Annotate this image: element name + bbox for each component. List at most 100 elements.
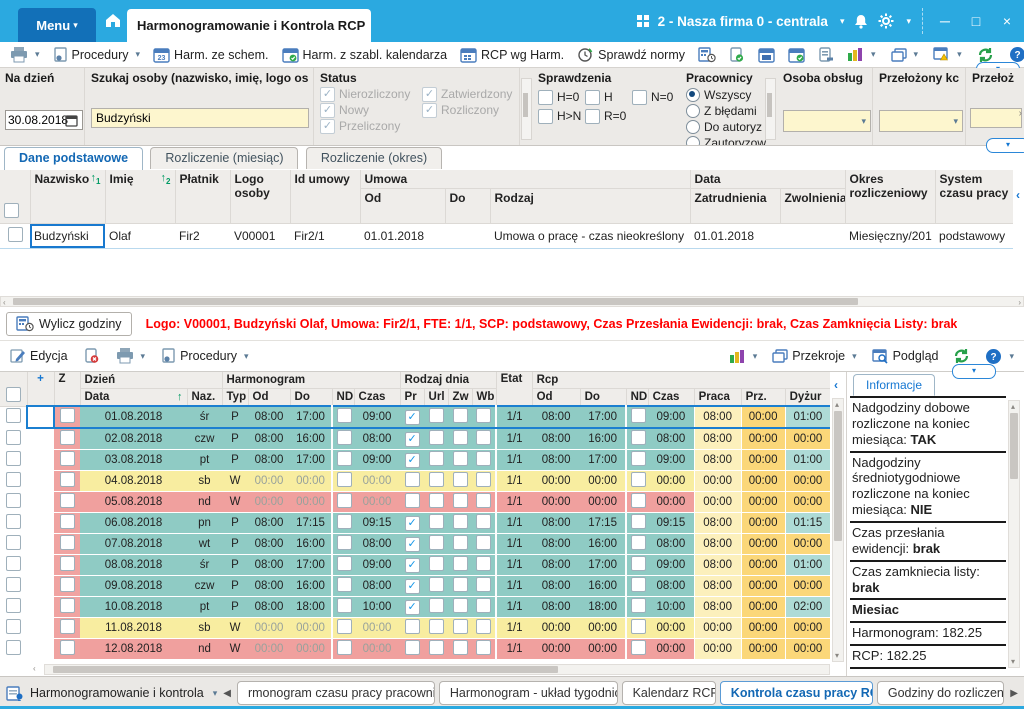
cell-wb[interactable] [472, 406, 496, 428]
cell-url[interactable] [424, 534, 448, 555]
tabs-scroll-right-icon[interactable]: ▶ [1010, 688, 1018, 699]
cell-harm-do[interactable]: 17:00 [290, 406, 332, 428]
cell-harm-czas[interactable]: 00:00 [354, 618, 400, 639]
cell-rcp-nd[interactable] [626, 597, 648, 618]
settings-gear-icon[interactable] [878, 13, 894, 29]
cell-expand[interactable] [27, 597, 54, 618]
schedule-row[interactable]: 05.08.2018 nd W 00:00 00:00 00:00 1/1 00… [0, 492, 830, 513]
sprawdzenia-option[interactable]: N=0 [632, 89, 679, 105]
notifications-bell-icon[interactable] [853, 13, 869, 30]
cell-naz[interactable]: czw [187, 428, 222, 450]
cell-data[interactable]: 05.08.2018 [80, 492, 187, 513]
document-check-icon[interactable] [725, 46, 749, 64]
checkbox[interactable] [453, 430, 468, 445]
checkbox[interactable] [60, 619, 75, 634]
cell-rcp-nd[interactable] [626, 428, 648, 450]
cell-typ[interactable]: W [222, 492, 248, 513]
cell-dyzur[interactable]: 00:00 [785, 618, 830, 639]
cell-rcp-do[interactable]: 00:00 [580, 639, 626, 660]
cell-harm-czas[interactable]: 09:00 [354, 406, 400, 428]
checkbox[interactable] [337, 640, 352, 655]
radio-button[interactable] [686, 136, 700, 146]
checkbox[interactable] [6, 430, 21, 445]
cell-rcp-nd[interactable] [626, 639, 648, 660]
cell-rcp-od[interactable]: 08:00 [532, 428, 580, 450]
cell-pr[interactable] [400, 618, 424, 639]
cell-rcp-nd[interactable] [626, 471, 648, 492]
cell-zw[interactable] [448, 428, 472, 450]
checkbox[interactable] [453, 514, 468, 529]
checkbox[interactable] [60, 408, 75, 423]
cell-harm-czas[interactable]: 09:15 [354, 513, 400, 534]
schedule-row[interactable]: 12.08.2018 nd W 00:00 00:00 00:00 1/1 00… [0, 639, 830, 660]
checkbox[interactable] [429, 535, 444, 550]
cell-harm-czas[interactable]: 09:00 [354, 450, 400, 471]
cell-dyzur[interactable]: 00:00 [785, 534, 830, 555]
cell-wb[interactable] [472, 513, 496, 534]
checkbox[interactable]: ✓ [405, 537, 420, 552]
checkbox[interactable]: ✓ [320, 103, 335, 118]
cell-harm-nd[interactable] [332, 618, 354, 639]
cell-logo-osoby[interactable]: V00001 [230, 224, 290, 249]
checkbox[interactable] [631, 619, 646, 634]
cell-url[interactable] [424, 428, 448, 450]
cell-harm-od[interactable]: 08:00 [248, 597, 290, 618]
cell-zw[interactable] [448, 513, 472, 534]
cell-naz[interactable]: czw [187, 576, 222, 597]
cell-harm-nd[interactable] [332, 576, 354, 597]
sprawdzenia-option[interactable]: H>N [538, 108, 585, 124]
checkbox[interactable]: ✓ [405, 410, 420, 425]
edycja-button[interactable]: Edycja [6, 347, 72, 365]
checkbox[interactable] [429, 556, 444, 571]
bottom-tab[interactable]: Kalendarz RCP [622, 681, 716, 705]
cell-url[interactable] [424, 406, 448, 428]
checkbox[interactable] [429, 514, 444, 529]
checkbox[interactable] [429, 472, 444, 487]
cell-wb[interactable] [472, 639, 496, 660]
checkbox[interactable] [337, 535, 352, 550]
checkbox[interactable] [60, 514, 75, 529]
cell-rcp-czas[interactable]: 09:00 [648, 450, 694, 471]
company-selector[interactable]: 2 - Nasza firma 0 - centrala [658, 14, 828, 29]
checkbox[interactable] [429, 493, 444, 508]
edit-toolbar-more-button[interactable]: ▾ [952, 364, 996, 379]
windows-button[interactable]: ▾ [887, 47, 923, 63]
cell-okres[interactable]: Miesięczny/201 [845, 224, 935, 249]
status-option[interactable]: ✓Nierozliczony [320, 86, 416, 102]
cell-data[interactable]: 11.08.2018 [80, 618, 187, 639]
cell-harm-czas[interactable]: 08:00 [354, 534, 400, 555]
search-person-input[interactable] [91, 108, 309, 128]
checkbox[interactable] [60, 535, 75, 550]
window-settings-button[interactable]: ▾ [929, 46, 966, 63]
checkbox[interactable] [337, 430, 352, 445]
cell-rcp-czas[interactable]: 09:15 [648, 513, 694, 534]
cell-harm-do[interactable]: 00:00 [290, 639, 332, 660]
cell-dyzur[interactable]: 00:00 [785, 576, 830, 597]
cell-prz[interactable]: 00:00 [741, 534, 785, 555]
cell-naz[interactable]: pt [187, 597, 222, 618]
cell-url[interactable] [424, 555, 448, 576]
cell-rcp-do[interactable]: 18:00 [580, 597, 626, 618]
checkbox[interactable] [453, 598, 468, 613]
cell-naz[interactable]: śr [187, 406, 222, 428]
cell-typ[interactable]: P [222, 513, 248, 534]
cell-typ[interactable]: W [222, 471, 248, 492]
cell-rcp-od[interactable]: 08:00 [532, 534, 580, 555]
cell-rcp-od[interactable]: 08:00 [532, 576, 580, 597]
tab-informacje[interactable]: Informacje [853, 374, 935, 396]
cell-etat[interactable]: 1/1 [496, 618, 532, 639]
checkbox[interactable] [6, 408, 21, 423]
checkbox[interactable] [538, 109, 553, 124]
cell-typ[interactable]: P [222, 428, 248, 450]
sort-asc-icon[interactable]: ↑ [177, 391, 183, 403]
checkbox[interactable] [429, 598, 444, 613]
sprawdzenia-option[interactable]: H=0 [538, 89, 585, 105]
cell-expand[interactable] [27, 450, 54, 471]
cell-rcp-od[interactable]: 08:00 [532, 597, 580, 618]
checkbox[interactable] [337, 493, 352, 508]
radio-button[interactable] [686, 104, 700, 118]
checkbox[interactable]: ✓ [422, 103, 437, 118]
cell-prz[interactable]: 00:00 [741, 513, 785, 534]
checkbox[interactable] [60, 493, 75, 508]
cell-rcp-czas[interactable]: 08:00 [648, 534, 694, 555]
